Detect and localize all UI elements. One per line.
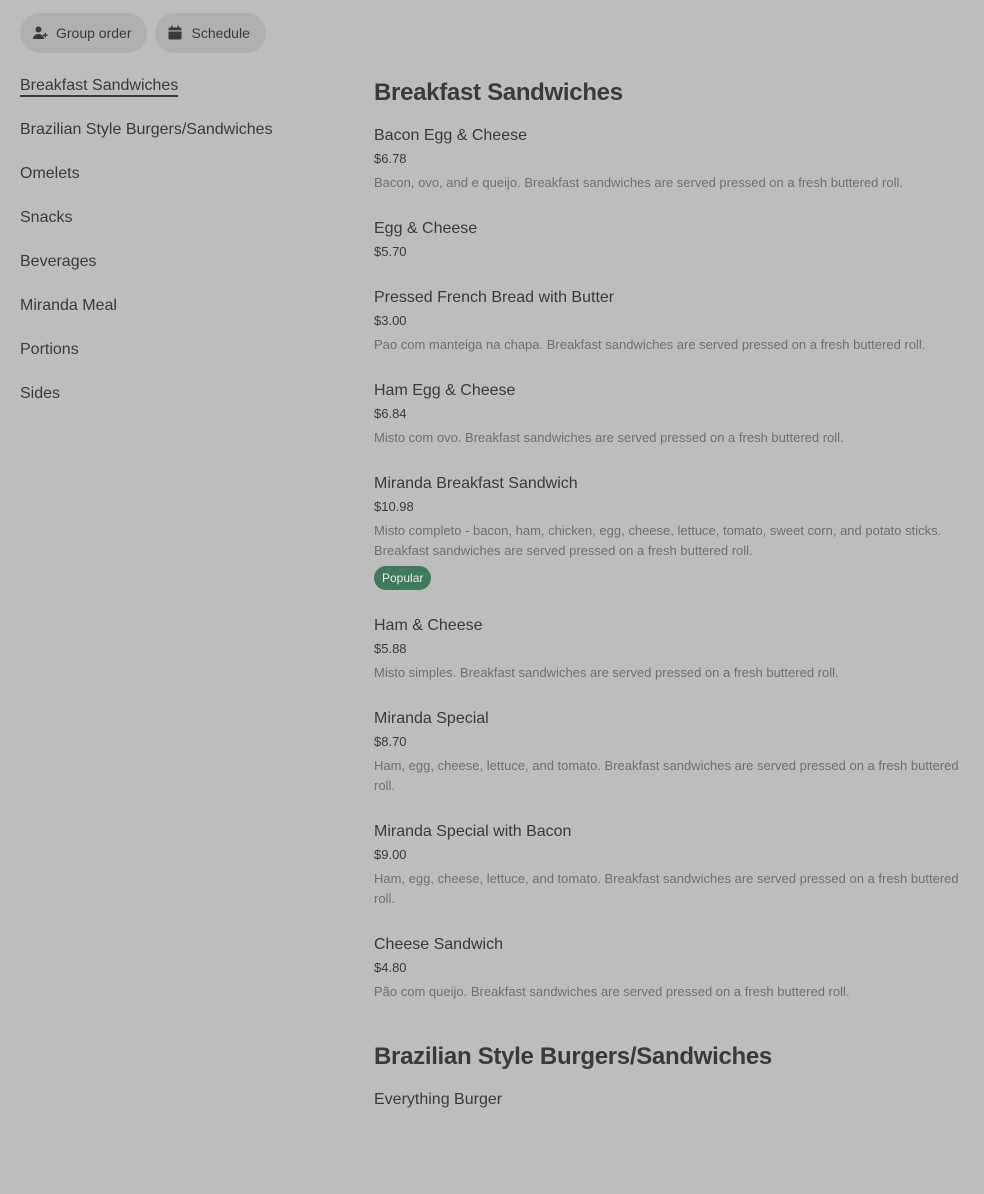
menu-item[interactable]: Cheese Sandwich $4.80 Pão com queijo. Br… <box>374 933 959 1002</box>
item-name: Miranda Special <box>374 710 489 727</box>
menu-item[interactable]: Miranda Special $8.70 Ham, egg, cheese, … <box>374 707 959 796</box>
menu-item[interactable]: Bacon Egg & Cheese $6.78 Bacon, ovo, and… <box>374 124 959 193</box>
sidebar-item-label: Beverages <box>20 253 97 270</box>
item-price: $10.98 <box>374 499 414 514</box>
sidebar-item-label: Omelets <box>20 165 80 182</box>
item-price: $6.84 <box>374 406 407 421</box>
person-add-icon <box>32 25 48 41</box>
sidebar-item-omelets[interactable]: Omelets <box>20 162 340 206</box>
sidebar-item-label: Sides <box>20 385 61 402</box>
menu-item[interactable]: Ham Egg & Cheese $6.84 Misto com ovo. Br… <box>374 379 959 448</box>
item-description: Ham, egg, cheese, lettuce, and tomato. B… <box>374 758 959 793</box>
store-menu-page: Group order Schedule Breakfast Sandwiche… <box>0 0 984 1194</box>
item-price: $6.78 <box>374 151 407 166</box>
item-name: Egg & Cheese <box>374 220 478 237</box>
calendar-icon <box>167 25 183 41</box>
item-name: Ham Egg & Cheese <box>374 382 516 399</box>
schedule-button[interactable]: Schedule <box>155 13 266 53</box>
section-title: Breakfast Sandwiches <box>374 79 623 106</box>
item-name: Cheese Sandwich <box>374 936 503 953</box>
section-title: Brazilian Style Burgers/Sandwiches <box>374 1043 772 1070</box>
sidebar-item-label: Portions <box>20 341 79 358</box>
item-price: $5.88 <box>374 641 407 656</box>
menu-item[interactable]: Pressed French Bread with Butter $3.00 P… <box>374 286 959 355</box>
sidebar-item-breakfast-sandwiches[interactable]: Breakfast Sandwiches <box>20 74 340 118</box>
item-description: Pao com manteiga na chapa. Breakfast san… <box>374 337 926 352</box>
item-name: Everything Burger <box>374 1091 503 1108</box>
item-name: Miranda Breakfast Sandwich <box>374 475 578 492</box>
sidebar-item-snacks[interactable]: Snacks <box>20 206 340 250</box>
menu-section-brazilian-style-burgers: Brazilian Style Burgers/Sandwiches Every… <box>374 1040 959 1112</box>
item-description: Pão com queijo. Breakfast sandwiches are… <box>374 984 850 999</box>
sidebar-item-label: Breakfast Sandwiches <box>20 77 179 97</box>
popular-badge: Popular <box>374 566 432 590</box>
menu-item[interactable]: Egg & Cheese $5.70 <box>374 217 959 262</box>
item-description: Misto simples. Breakfast sandwiches are … <box>374 665 839 680</box>
group-order-label: Group order <box>56 25 132 41</box>
sidebar-item-beverages[interactable]: Beverages <box>20 250 340 294</box>
sidebar-item-sides[interactable]: Sides <box>20 382 340 426</box>
menu-item[interactable]: Miranda Breakfast Sandwich $10.98 Misto … <box>374 472 959 590</box>
item-price: $3.00 <box>374 313 407 328</box>
sidebar-item-label: Snacks <box>20 209 73 226</box>
menu-list: Everything Burger <box>374 1088 959 1112</box>
group-order-button[interactable]: Group order <box>20 13 148 53</box>
item-name: Ham & Cheese <box>374 617 483 634</box>
sidebar-item-miranda-meal[interactable]: Miranda Meal <box>20 294 340 338</box>
item-price: $5.70 <box>374 244 407 259</box>
menu-item[interactable]: Miranda Special with Bacon $9.00 Ham, eg… <box>374 820 959 909</box>
item-price: $9.00 <box>374 847 407 862</box>
sidebar-item-brazilian-style-burgers[interactable]: Brazilian Style Burgers/Sandwiches <box>20 118 340 162</box>
item-name: Pressed French Bread with Butter <box>374 289 615 306</box>
menu-list: Bacon Egg & Cheese $6.78 Bacon, ovo, and… <box>374 124 959 1002</box>
item-name: Miranda Special with Bacon <box>374 823 572 840</box>
sidebar-item-portions[interactable]: Portions <box>20 338 340 382</box>
item-description: Misto com ovo. Breakfast sandwiches are … <box>374 430 844 445</box>
item-price: $4.80 <box>374 960 407 975</box>
item-price: $8.70 <box>374 734 407 749</box>
item-description: Bacon, ovo, and e queijo. Breakfast sand… <box>374 175 903 190</box>
menu-section-breakfast-sandwiches: Breakfast Sandwiches Bacon Egg & Cheese … <box>374 76 959 1002</box>
menu-main: Breakfast Sandwiches Bacon Egg & Cheese … <box>374 76 959 1136</box>
item-description: Misto completo - bacon, ham, chicken, eg… <box>374 523 942 558</box>
schedule-label: Schedule <box>191 25 250 41</box>
item-name: Bacon Egg & Cheese <box>374 127 527 144</box>
top-actions: Group order Schedule <box>20 13 266 53</box>
menu-item[interactable]: Ham & Cheese $5.88 Misto simples. Breakf… <box>374 614 959 683</box>
category-sidebar: Breakfast Sandwiches Brazilian Style Bur… <box>20 74 340 426</box>
menu-item[interactable]: Everything Burger <box>374 1088 959 1112</box>
sidebar-item-label: Miranda Meal <box>20 297 117 314</box>
sidebar-item-label: Brazilian Style Burgers/Sandwiches <box>20 121 273 138</box>
item-description: Ham, egg, cheese, lettuce, and tomato. B… <box>374 871 959 906</box>
